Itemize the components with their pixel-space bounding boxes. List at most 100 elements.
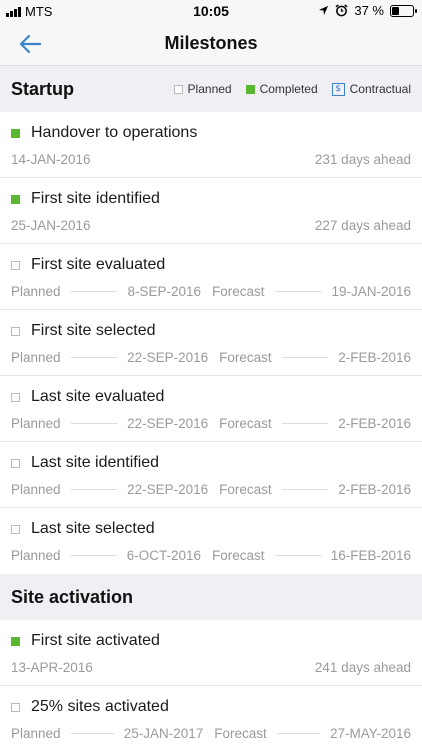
milestone-details: 25-JAN-2016 227 days ahead <box>11 218 411 233</box>
milestone-details: Planned 22-SEP-2016 Forecast 2-FEB-2016 <box>11 350 411 365</box>
divider-line <box>70 291 118 292</box>
legend-contractual: $ Contractual <box>331 82 411 96</box>
days-ahead: 241 days ahead <box>314 660 411 675</box>
legend-completed-label: Completed <box>259 82 318 96</box>
planned-date: 22-SEP-2016 <box>127 482 209 497</box>
forecast-date: 16-FEB-2016 <box>330 548 412 563</box>
planned-label: Planned <box>11 350 61 365</box>
section-header: Site activation <box>0 574 422 620</box>
planned-date: 6-OCT-2016 <box>126 548 202 563</box>
planned-marker-icon <box>11 392 20 402</box>
divider-line <box>276 733 320 734</box>
contractual-marker-icon: $ <box>331 82 345 96</box>
section-items: Handover to operations 14-JAN-2016 231 day… <box>0 112 422 574</box>
forecast-date: 27-MAY-2016 <box>329 726 411 741</box>
milestone-header: First site activated <box>11 632 160 650</box>
battery-percent: 37 % <box>354 3 384 18</box>
legend-planned-label: Planned <box>187 82 232 96</box>
forecast-label: Forecast <box>219 416 272 431</box>
milestone-details: Planned 6-OCT-2016 Forecast 16-FEB-2016 <box>11 548 411 563</box>
milestone-name: First site identified <box>31 190 160 207</box>
milestone-name: First site evaluated <box>31 256 166 273</box>
divider-line <box>281 423 329 424</box>
location-arrow-icon <box>319 5 329 16</box>
divider-line <box>281 357 329 358</box>
milestone-name: Handover to operations <box>31 124 198 141</box>
milestone-row[interactable]: Last site identified Planned 22-SEP-2016 Fo… <box>0 442 422 508</box>
milestone-header: First site identified <box>11 190 160 208</box>
milestone-row[interactable]: First site evaluated Planned 8-SEP-2016 For… <box>0 244 422 310</box>
forecast-label: Forecast <box>219 350 272 365</box>
planned-date: 8-SEP-2016 <box>127 284 202 299</box>
status-bar: MTS 10:05 37 % <box>0 0 422 22</box>
planned-label: Planned <box>11 284 61 299</box>
days-ahead: 231 days ahead <box>314 152 411 167</box>
milestone-row[interactable]: First site activated 13-APR-2016 241 days … <box>0 620 422 686</box>
milestone-row[interactable]: Last site evaluated Planned 22-SEP-2016 For… <box>0 376 422 442</box>
milestone-header: Last site evaluated <box>11 388 164 406</box>
forecast-date: 2-FEB-2016 <box>338 350 411 365</box>
milestone-header: First site selected <box>11 322 155 340</box>
forecast-date: 19-JAN-2016 <box>331 284 412 299</box>
completed-date: 13-APR-2016 <box>11 660 93 675</box>
divider-line <box>274 555 321 556</box>
planned-marker-icon <box>11 702 20 712</box>
divider-line <box>274 291 322 292</box>
navigation-bar: Milestones <box>0 22 422 66</box>
completed-marker-icon <box>11 636 20 646</box>
forecast-label: Forecast <box>214 726 267 741</box>
milestone-details: Planned 22-SEP-2016 Forecast 2-FEB-2016 <box>11 482 411 497</box>
milestone-row[interactable]: Last site selected Planned 6-OCT-2016 Forec… <box>0 508 422 574</box>
planned-label: Planned <box>11 482 61 497</box>
planned-date: 22-SEP-2016 <box>127 416 209 431</box>
divider-line <box>70 423 118 424</box>
planned-date: 22-SEP-2016 <box>127 350 209 365</box>
battery-icon <box>390 4 417 17</box>
milestone-row[interactable]: 25% sites activated Planned 25-JAN-2017 For… <box>0 686 422 750</box>
milestone-header: Last site selected <box>11 520 155 538</box>
milestone-details: 13-APR-2016 241 days ahead <box>11 660 411 675</box>
milestone-row[interactable]: Handover to operations 14-JAN-2016 231 day… <box>0 112 422 178</box>
milestone-row[interactable]: First site selected Planned 22-SEP-2016 For… <box>0 310 422 376</box>
divider-line <box>70 357 118 358</box>
completed-marker-icon <box>245 84 255 94</box>
completed-marker-icon <box>11 128 20 138</box>
milestone-header: Handover to operations <box>11 124 197 142</box>
completed-date: 14-JAN-2016 <box>11 152 91 167</box>
planned-label: Planned <box>11 416 61 431</box>
divider-line <box>70 555 117 556</box>
divider-line <box>70 489 118 490</box>
forecast-date: 2-FEB-2016 <box>338 482 411 497</box>
planned-marker-icon <box>11 326 20 336</box>
planned-marker-icon <box>11 260 20 270</box>
section-header: Startup Planned Completed $ Contractual <box>0 66 422 112</box>
legend-contractual-label: Contractual <box>349 82 411 96</box>
milestone-name: Last site evaluated <box>31 388 165 405</box>
planned-marker-icon <box>11 524 20 534</box>
planned-marker-icon <box>173 84 183 94</box>
completed-date: 25-JAN-2016 <box>11 218 91 233</box>
milestone-name: First site activated <box>31 632 160 649</box>
planned-date: 25-JAN-2017 <box>123 726 204 741</box>
section-title: Site activation <box>11 586 134 607</box>
milestone-details: Planned 25-JAN-2017 Forecast 27-MAY-2016 <box>11 726 411 741</box>
status-right: 37 % <box>318 3 417 18</box>
forecast-label: Forecast <box>212 284 265 299</box>
milestone-row[interactable]: First site identified 25-JAN-2016 227 days… <box>0 178 422 244</box>
milestone-details: 14-JAN-2016 231 days ahead <box>11 152 411 167</box>
section-title: Startup <box>11 78 74 99</box>
forecast-date: 2-FEB-2016 <box>338 416 411 431</box>
milestone-list: Startup Planned Completed $ Contractual Hando… <box>0 66 422 750</box>
alarm-clock-icon <box>335 4 348 17</box>
forecast-label: Forecast <box>212 548 265 563</box>
planned-label: Planned <box>11 548 61 563</box>
milestone-header: First site evaluated <box>11 256 165 274</box>
planned-label: Planned <box>11 726 61 741</box>
milestone-details: Planned 8-SEP-2016 Forecast 19-JAN-2016 <box>11 284 411 299</box>
days-ahead: 227 days ahead <box>314 218 411 233</box>
milestone-details: Planned 22-SEP-2016 Forecast 2-FEB-2016 <box>11 416 411 431</box>
milestone-name: First site selected <box>31 322 156 339</box>
forecast-label: Forecast <box>219 482 272 497</box>
planned-marker-icon <box>11 458 20 468</box>
milestone-header: 25% sites activated <box>11 698 169 716</box>
